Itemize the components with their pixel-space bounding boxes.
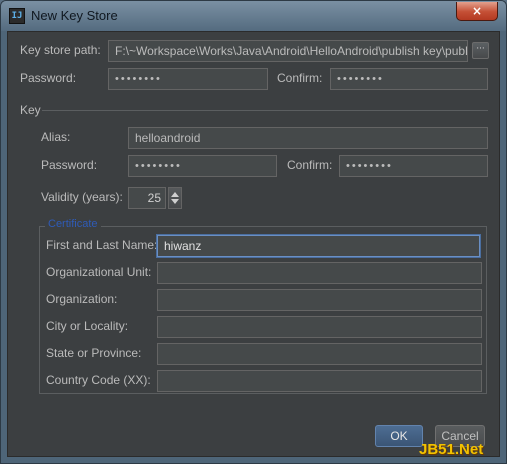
title-bar[interactable]: IJ New Key Store ×: [1, 1, 506, 31]
city-locality-input[interactable]: [157, 316, 482, 338]
state-province-input[interactable]: [157, 343, 482, 365]
dialog-body: Key store path: F:\~Workspace\Works\Java…: [7, 31, 500, 457]
alias-input[interactable]: helloandroid: [128, 127, 488, 149]
state-province-label: State or Province:: [46, 346, 142, 360]
window-title: New Key Store: [31, 8, 118, 23]
browse-button[interactable]: ···: [472, 42, 489, 59]
key-section-divider: [42, 110, 488, 111]
country-code-label: Country Code (XX):: [46, 373, 151, 387]
keystore-password-label: Password:: [20, 71, 77, 85]
key-store-path-label: Key store path:: [20, 43, 101, 57]
site-watermark: JB51.Net: [419, 441, 484, 458]
organizational-unit-label: Organizational Unit:: [46, 265, 152, 279]
close-button[interactable]: ×: [456, 2, 498, 21]
keystore-confirm-field[interactable]: ••••••••: [330, 68, 488, 90]
spinner-down-arrow-icon[interactable]: [171, 199, 179, 204]
certificate-legend: Certificate: [45, 218, 101, 230]
validity-years-input[interactable]: 25: [128, 187, 166, 209]
first-last-name-label: First and Last Name:: [46, 238, 158, 252]
ok-button[interactable]: OK: [375, 425, 423, 447]
key-confirm-label: Confirm:: [287, 158, 333, 172]
key-password-field[interactable]: ••••••••: [128, 155, 277, 177]
keystore-confirm-label: Confirm:: [277, 71, 323, 85]
organizational-unit-input[interactable]: [157, 262, 482, 284]
intellij-idea-icon: IJ: [9, 8, 25, 24]
validity-label: Validity (years):: [41, 190, 123, 204]
validity-spinner[interactable]: [168, 187, 182, 209]
city-locality-label: City or Locality:: [46, 319, 129, 333]
key-section-label: Key: [20, 103, 41, 117]
alias-label: Alias:: [41, 130, 71, 144]
organization-label: Organization:: [46, 292, 118, 306]
key-confirm-field[interactable]: ••••••••: [339, 155, 488, 177]
organization-input[interactable]: [157, 289, 482, 311]
first-last-name-input[interactable]: hiwanz: [157, 235, 480, 257]
country-code-input[interactable]: [157, 370, 482, 392]
spinner-up-arrow-icon[interactable]: [171, 192, 179, 197]
new-key-store-window: IJ New Key Store × Key store path: F:\~W…: [0, 0, 507, 464]
keystore-password-field[interactable]: ••••••••: [108, 68, 268, 90]
key-store-path-input[interactable]: F:\~Workspace\Works\Java\Android\HelloAn…: [108, 40, 468, 62]
key-password-label: Password:: [41, 158, 98, 172]
